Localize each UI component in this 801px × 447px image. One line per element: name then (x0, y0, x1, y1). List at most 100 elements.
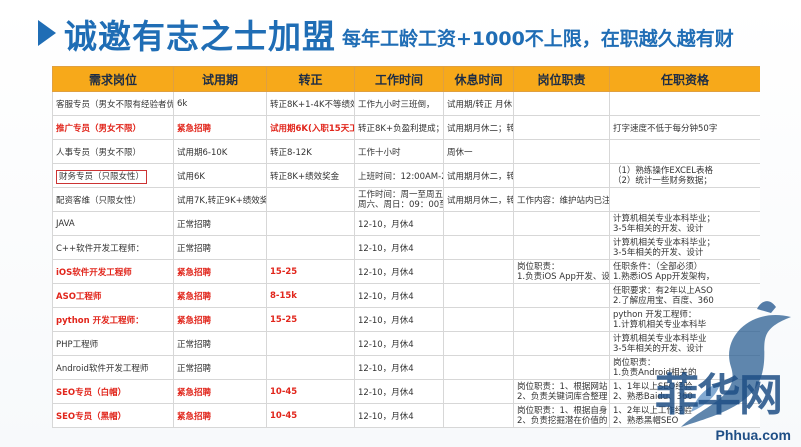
table-cell: 紧急招聘 (173, 115, 267, 140)
table-cell: PHP工程师 (52, 331, 174, 356)
cell-text: 试用期月休二，转 (447, 195, 514, 206)
column-header: 试用期 (173, 66, 267, 92)
table-cell: 工作十小时 (354, 139, 444, 164)
table-row: 财务专员（只限女性） 试用6K 转正8K+绩效奖金 上班时间：12:00AM-2 试用期… (52, 163, 760, 188)
cell-text: 试用6K (177, 171, 205, 182)
cell-text: 客服专员（男女不限有经验者优 (56, 99, 174, 110)
cell-text: 岗位职责：1、根据自身 2、负责挖掘潜在价值的 (517, 405, 608, 426)
cell-text: （1）熟练操作EXCEL表格 （2）统计一些财务数据； (613, 165, 714, 186)
table-row: C++软件开发工程师： 正常招聘 12-10，月休4 计算机相关专业本科毕业； 3-5… (52, 235, 760, 260)
table-cell: 12-10，月休4 (354, 235, 444, 260)
table-cell (443, 259, 514, 284)
table-cell: 12-10，月休4 (354, 331, 444, 356)
cell-text: 转正8K+绩效奖金 (270, 171, 340, 182)
cell-text: 紧急招聘 (177, 411, 212, 422)
table-cell: 12-10，月休4 (354, 283, 444, 308)
table-cell: python 开发工程师： (52, 307, 174, 332)
table-cell (266, 235, 355, 260)
table-cell (266, 355, 355, 380)
cell-text: 试用期月休二；转 (447, 123, 514, 134)
table-cell (443, 307, 514, 332)
table-cell (513, 115, 610, 140)
table-cell (609, 91, 760, 116)
cell-text: 人事专员（男女不限） (56, 147, 142, 158)
cell-text: 工作时间：周一至周五 周六、周日：09：00至 (358, 189, 444, 210)
table-cell (513, 91, 610, 116)
cell-text: 试用期/转正 月休 (447, 99, 513, 110)
table-cell: 工作时间：周一至周五 周六、周日：09：00至 (354, 187, 444, 212)
table-cell (443, 283, 514, 308)
table-cell: 8-15k (266, 283, 355, 308)
cell-text: SEO专员（黑帽） (56, 411, 127, 422)
cell-text: 8-15k (270, 290, 297, 301)
table-cell: 正常招聘 (173, 355, 267, 380)
cell-text: 计算机相关专业本科毕业； 3-5年相关的开发、设计 (613, 213, 716, 234)
table-cell: JAVA (52, 211, 174, 236)
table-cell: 转正8K+绩效奖金 (266, 163, 355, 188)
table-cell: 试用7K,转正9K+绩效奖 (173, 187, 267, 212)
table-cell: 10-45 (266, 379, 355, 404)
table-cell: 紧急招聘 (173, 403, 267, 428)
table-cell: 试用期月休二，转 (443, 187, 514, 212)
title-bar: 诚邀有志之士加盟 每年工龄工资+1000不上限，在职越久越有财 (0, 6, 801, 62)
cell-text: 12-10，月休4 (358, 411, 414, 422)
table-cell: 计算机相关专业本科毕业； 3-5年相关的开发、设计 (609, 235, 760, 260)
table-cell: SEO专员（白帽） (52, 379, 174, 404)
cell-text: 15-25 (270, 266, 298, 277)
page-title: 诚邀有志之士加盟 (64, 17, 336, 56)
table-cell: 打字速度不低于每分钟50字 (609, 115, 760, 140)
cell-text: 转正8-12K (270, 147, 312, 158)
table-cell: 岗位职责： 1.负责iOS App开发、设计 (513, 259, 610, 284)
table-cell (513, 163, 610, 188)
cell-text: 配资客维（只限女性） (56, 195, 142, 206)
table-cell: 12-10，月休4 (354, 379, 444, 404)
cell-text: 12-10，月休4 (358, 267, 414, 278)
cell-text: 紧急招聘 (177, 315, 212, 326)
column-header: 需求岗位 (52, 66, 174, 92)
table-cell (443, 235, 514, 260)
table-cell (513, 331, 610, 356)
table-cell: iOS软件开发工程师 (52, 259, 174, 284)
cell-text: 转正8K+负盈利提成； (358, 123, 444, 134)
table-row: iOS软件开发工程师 紧急招聘 15-25 12-10，月休4 岗位职责： 1.负责iO… (52, 259, 760, 284)
table-cell: 试用期月休二，转 (443, 163, 514, 188)
table-cell: 财务专员（只限女性） (52, 163, 174, 188)
table-cell (443, 403, 514, 428)
cell-text: 周休一 (447, 147, 473, 158)
cell-text: 10-45 (270, 386, 298, 397)
table-cell: 12-10，月休4 (354, 307, 444, 332)
table-cell: 紧急招聘 (173, 259, 267, 284)
cell-text: 计算机相关专业本科毕业； 3-5年相关的开发、设计 (613, 237, 716, 258)
cell-text: 15-25 (270, 314, 298, 325)
table-cell: 紧急招聘 (173, 307, 267, 332)
cell-text: 转正8K+1-4K不等绩效 (270, 99, 355, 110)
cell-text: JAVA (56, 218, 75, 229)
cell-text: 试用期月休二，转 (447, 171, 514, 182)
table-row: 人事专员（男女不限） 试用期6-10K 转正8-12K 工作十小时 周休一 (52, 139, 760, 164)
table-cell: 计算机相关专业本科毕业； 3-5年相关的开发、设计 (609, 211, 760, 236)
cell-text: ASO工程师 (56, 291, 102, 302)
cell-text: 紧急招聘 (177, 387, 212, 398)
table-cell: 15-25 (266, 259, 355, 284)
cell-text: 12-10，月休4 (358, 291, 414, 302)
table-cell: 岗位职责：1、根据网站 2、负责关键词库合整理 (513, 379, 610, 404)
cell-text: 上班时间：12:00AM-2 (358, 171, 444, 182)
table-cell: 紧急招聘 (173, 283, 267, 308)
cell-text: SEO专员（白帽） (56, 387, 127, 398)
column-header: 任职资格 (609, 66, 760, 92)
column-header: 工作时间 (354, 66, 444, 92)
slide-page: 诚邀有志之士加盟 每年工龄工资+1000不上限，在职越久越有财 需求岗位 试用期… (0, 0, 801, 447)
table-row: 配资客维（只限女性） 试用7K,转正9K+绩效奖 工作时间：周一至周五 周六、周日：… (52, 187, 760, 212)
cell-text: 10-45 (270, 410, 298, 421)
cell-text: Android软件开发工程师 (56, 363, 149, 374)
table-cell: 客服专员（男女不限有经验者优 (52, 91, 174, 116)
table-cell: 试用期6-10K (173, 139, 267, 164)
cell-text: 打字速度不低于每分钟50字 (613, 123, 718, 134)
cell-text: 正常招聘 (177, 363, 212, 374)
cell-text: 工作十小时 (358, 147, 401, 158)
cell-text: 紧急招聘 (177, 267, 212, 278)
brand-url: Phhua.com (715, 427, 791, 443)
cell-text: 紧急招聘 (177, 123, 212, 134)
table-cell: ASO工程师 (52, 283, 174, 308)
table-cell: 转正8K+1-4K不等绩效 (266, 91, 355, 116)
